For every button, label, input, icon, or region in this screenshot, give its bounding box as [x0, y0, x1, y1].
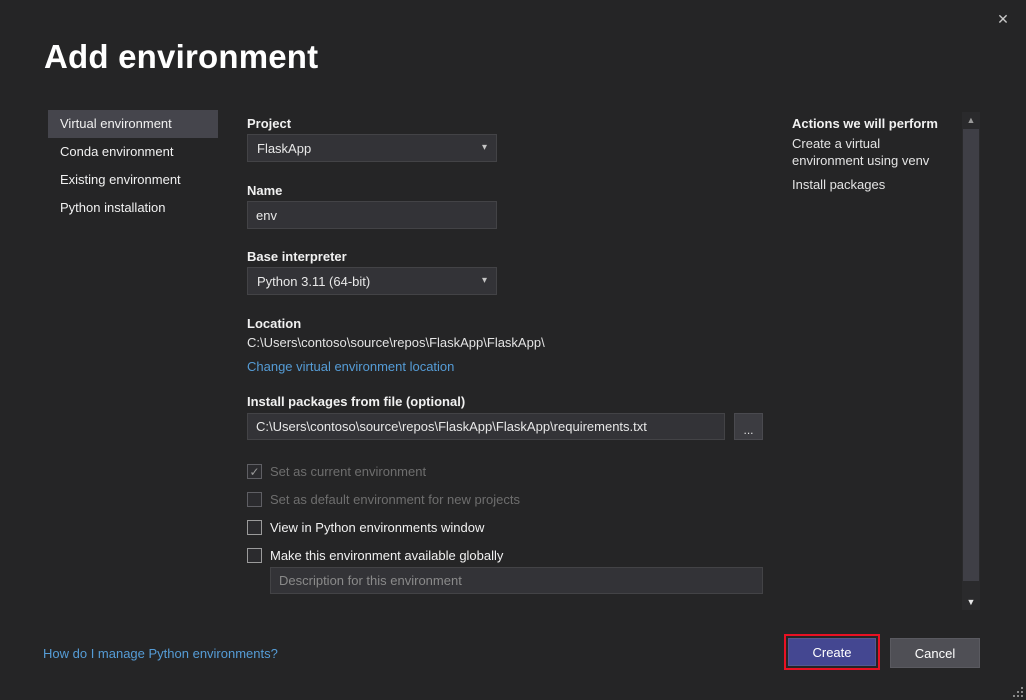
action-item-install-packages: Install packages: [792, 176, 944, 193]
change-location-link[interactable]: Change virtual environment location: [247, 359, 454, 374]
set-default-environment-label: Set as default environment for new proje…: [270, 492, 520, 507]
project-select[interactable]: FlaskApp ▾: [247, 134, 497, 162]
scrollbar-thumb[interactable]: [963, 129, 979, 581]
available-globally-row: ✓ Make this environment available global…: [247, 547, 503, 564]
project-select-value: FlaskApp: [257, 141, 311, 156]
vertical-scrollbar[interactable]: ▲ ▼: [962, 112, 980, 610]
cancel-button[interactable]: Cancel: [890, 638, 980, 668]
action-item-create-venv: Create a virtual environment using venv: [792, 135, 944, 169]
sidebar-item-conda-environment[interactable]: Conda environment: [48, 138, 218, 166]
add-environment-dialog: { "window": { "title": "Add environment"…: [0, 0, 1026, 700]
sidebar-item-python-installation[interactable]: Python installation: [48, 194, 218, 222]
chevron-down-icon: ▾: [482, 143, 487, 153]
set-default-environment-checkbox[interactable]: ✓: [247, 492, 262, 507]
set-current-environment-checkbox[interactable]: ✓: [247, 464, 262, 479]
close-button[interactable]: ✕: [992, 8, 1014, 30]
scroll-down-icon: ▼: [967, 597, 976, 607]
project-label: Project: [247, 116, 291, 131]
scroll-down-button[interactable]: ▼: [962, 594, 980, 610]
sidebar-item-virtual-environment[interactable]: Virtual environment: [48, 110, 218, 138]
set-default-environment-row: ✓ Set as default environment for new pro…: [247, 491, 520, 508]
location-label: Location: [247, 316, 301, 331]
actions-panel-title: Actions we will perform: [792, 116, 938, 131]
manage-environments-help-link[interactable]: How do I manage Python environments?: [43, 646, 278, 661]
set-current-environment-row: ✓ Set as current environment: [247, 463, 426, 480]
page-title: Add environment: [44, 38, 318, 76]
base-interpreter-select-value: Python 3.11 (64-bit): [257, 274, 370, 289]
check-icon: ✓: [249, 466, 259, 478]
resize-grip[interactable]: [1010, 684, 1023, 697]
view-environments-window-label: View in Python environments window: [270, 520, 484, 535]
name-input[interactable]: [247, 201, 497, 229]
browse-button[interactable]: ...: [734, 413, 763, 440]
sidebar-item-existing-environment[interactable]: Existing environment: [48, 166, 218, 194]
chevron-down-icon: ▾: [482, 276, 487, 286]
available-globally-label: Make this environment available globally: [270, 548, 503, 563]
install-packages-label: Install packages from file (optional): [247, 394, 465, 409]
annotation-highlight: Create: [784, 634, 880, 670]
base-interpreter-label: Base interpreter: [247, 249, 347, 264]
close-icon: ✕: [997, 11, 1009, 28]
view-environments-window-checkbox[interactable]: ✓: [247, 520, 262, 535]
location-value: C:\Users\contoso\source\repos\FlaskApp\F…: [247, 335, 545, 350]
description-input[interactable]: [270, 567, 763, 594]
view-environments-window-row: ✓ View in Python environments window: [247, 519, 484, 536]
create-button[interactable]: Create: [788, 638, 876, 666]
scroll-up-icon: ▲: [967, 115, 976, 125]
base-interpreter-select[interactable]: Python 3.11 (64-bit) ▾: [247, 267, 497, 295]
scroll-up-button[interactable]: ▲: [962, 112, 980, 128]
name-label: Name: [247, 183, 282, 198]
set-current-environment-label: Set as current environment: [270, 464, 426, 479]
environment-type-sidebar: Virtual environment Conda environment Ex…: [48, 110, 218, 222]
install-packages-input[interactable]: [247, 413, 725, 440]
available-globally-checkbox[interactable]: ✓: [247, 548, 262, 563]
